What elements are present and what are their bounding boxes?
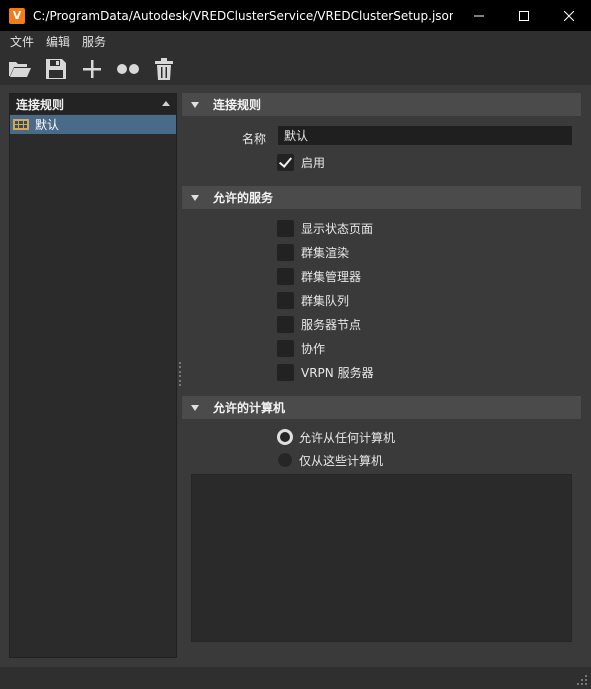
section-title: 允许的计算机	[213, 401, 286, 415]
service-checkbox[interactable]	[277, 267, 294, 285]
service-label: 群集队列	[301, 293, 350, 308]
menu-file[interactable]: 文件	[4, 31, 40, 53]
section-allowed-services-header[interactable]: 允许的服务	[182, 186, 581, 209]
duplicate-icon[interactable]	[110, 54, 146, 84]
window-controls	[456, 0, 591, 31]
enable-checkbox[interactable]	[277, 153, 294, 171]
menu-edit[interactable]: 编辑	[40, 31, 76, 53]
table-icon	[13, 119, 29, 130]
section-connection-rule-header[interactable]: 连接规则	[182, 93, 581, 116]
service-checkbox[interactable]	[277, 363, 294, 381]
service-checkbox[interactable]	[277, 291, 294, 309]
trash-icon[interactable]	[146, 54, 182, 84]
collapse-triangle-icon	[191, 194, 199, 201]
folder-open-icon[interactable]	[2, 54, 38, 84]
section-title: 允许的服务	[213, 191, 274, 205]
minimize-icon[interactable]	[456, 0, 501, 31]
allow-any-computer-radio[interactable]	[277, 429, 293, 445]
allow-listed-computers-radio[interactable]	[277, 452, 293, 468]
enable-checkbox-row[interactable]: 启用	[277, 153, 325, 171]
window-title: C:/ProgramData/Autodesk/VREDClusterServi…	[33, 8, 453, 23]
rule-item-label: 默认	[35, 118, 60, 132]
collapse-triangle-icon	[191, 101, 199, 108]
section-title: 连接规则	[213, 98, 262, 112]
service-checkbox-row[interactable]: VRPN 服务器	[277, 363, 374, 381]
service-checkbox-row[interactable]: 服务器节点	[277, 315, 361, 333]
resize-grip-icon[interactable]	[577, 675, 587, 685]
service-label: 协作	[301, 341, 326, 356]
service-label: 显示状态页面	[301, 221, 374, 236]
rules-list-header[interactable]: 连接规则	[10, 94, 176, 114]
sort-ascending-icon[interactable]	[162, 101, 170, 106]
panel-splitter-handle[interactable]	[178, 362, 181, 386]
menu-bar: 文件 编辑 服务	[0, 31, 591, 53]
enable-label: 启用	[301, 155, 326, 170]
rules-list-header-label: 连接规则	[16, 97, 65, 112]
collapse-triangle-icon	[191, 404, 199, 411]
allow-listed-computers-radio-row[interactable]: 仅从这些计算机	[277, 451, 383, 469]
name-label: 名称	[242, 132, 267, 146]
service-checkbox[interactable]	[277, 339, 294, 357]
vred-app-icon: V	[9, 7, 25, 24]
service-checkbox-row[interactable]: 群集管理器	[277, 267, 361, 285]
service-label: 服务器节点	[301, 317, 362, 332]
service-checkbox[interactable]	[277, 243, 294, 261]
section-allowed-computers-header[interactable]: 允许的计算机	[182, 396, 581, 419]
rule-item-default[interactable]: 默认	[10, 115, 176, 134]
title-bar: V C:/ProgramData/Autodesk/VREDClusterSer…	[0, 0, 591, 31]
status-bar	[0, 667, 591, 689]
service-label: 群集管理器	[301, 269, 362, 284]
service-checkbox-row[interactable]: 协作	[277, 339, 325, 357]
radio-label: 仅从这些计算机	[299, 453, 384, 468]
toolbar	[0, 53, 591, 85]
computer-list-box[interactable]	[191, 474, 572, 642]
save-icon[interactable]	[38, 54, 74, 84]
allow-any-computer-radio-row[interactable]: 允许从任何计算机	[277, 428, 395, 446]
radio-label: 允许从任何计算机	[299, 430, 396, 445]
service-checkbox[interactable]	[277, 219, 294, 237]
service-checkbox-row[interactable]: 显示状态页面	[277, 219, 373, 237]
maximize-icon[interactable]	[501, 0, 546, 31]
service-checkbox[interactable]	[277, 315, 294, 333]
menu-service[interactable]: 服务	[76, 31, 112, 53]
close-icon[interactable]	[546, 0, 591, 31]
service-checkbox-row[interactable]: 群集队列	[277, 291, 349, 309]
add-icon[interactable]	[74, 54, 110, 84]
rule-name-field[interactable]: 默认	[278, 126, 572, 145]
rules-list-panel: 连接规则 默认	[9, 93, 177, 658]
rule-details-panel: 连接规则 名称 默认 启用 允许的服务 显示状态页面 群集渲染 群集管理器 群集…	[182, 93, 581, 658]
service-label: VRPN 服务器	[301, 365, 374, 380]
service-label: 群集渲染	[301, 245, 350, 260]
service-checkbox-row[interactable]: 群集渲染	[277, 243, 349, 261]
